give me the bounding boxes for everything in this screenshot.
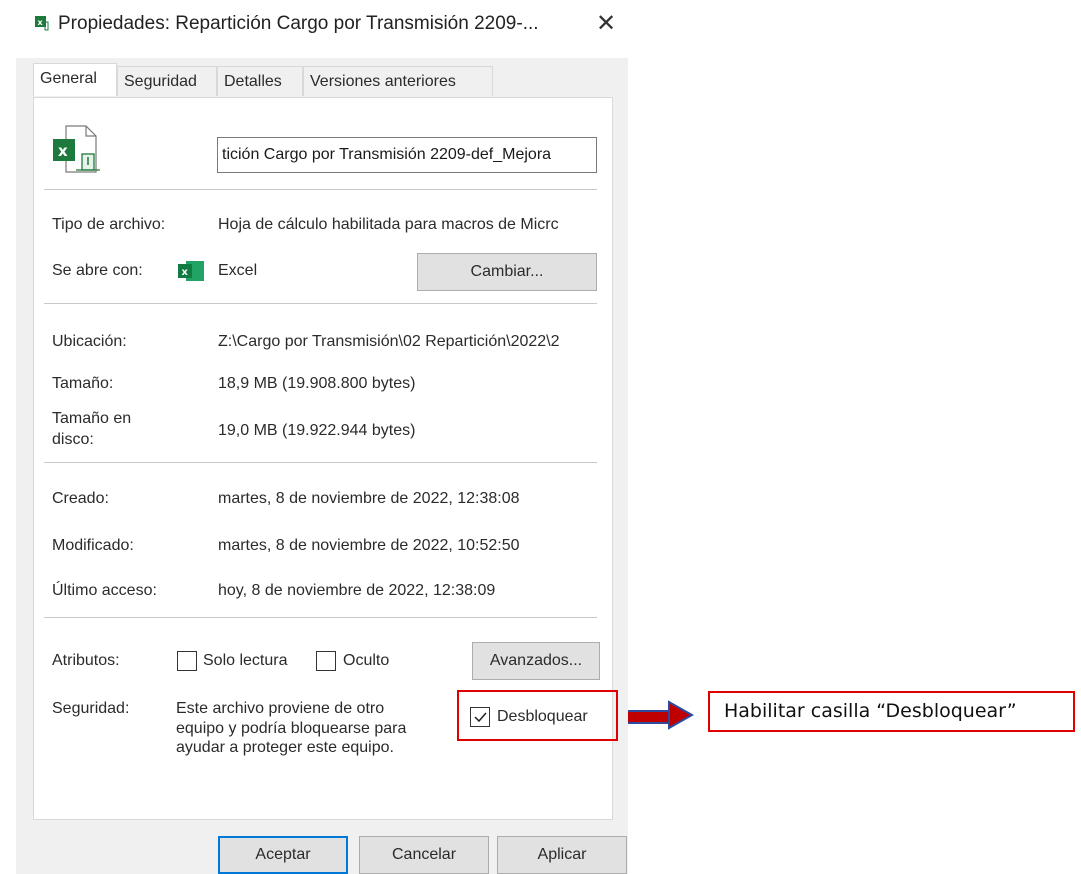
modified-label: Modificado: [52,537,134,554]
file-type-value: Hoja de cálculo habilitada para macros d… [218,216,559,233]
unblock-checkbox[interactable] [470,707,490,727]
readonly-checkbox[interactable] [177,651,197,671]
divider [44,189,597,190]
svg-text:x: x [38,18,44,27]
divider [44,303,597,304]
svg-text:x: x [58,142,68,160]
window-title: Propiedades: Repartición Cargo por Trans… [58,13,539,34]
created-value: martes, 8 de noviembre de 2022, 12:38:08 [218,490,520,507]
tab-general[interactable]: General [33,63,117,96]
disk-size-value: 19,0 MB (19.922.944 bytes) [218,422,416,439]
hidden-label: Oculto [343,652,390,669]
advanced-button[interactable]: Avanzados... [472,642,600,680]
opens-with-app: Excel [218,262,258,279]
security-label: Seguridad: [52,700,130,717]
svg-text:x: x [182,267,189,278]
accessed-value: hoy, 8 de noviembre de 2022, 12:38:09 [218,582,496,599]
hidden-checkbox[interactable] [316,651,336,671]
apply-button[interactable]: Aplicar [497,836,627,874]
file-name-field[interactable]: tición Cargo por Transmisión 2209-def_Me… [217,137,597,173]
close-icon[interactable]: ✕ [592,10,620,38]
excel-file-large-icon: x [52,124,110,176]
checkmark-icon [474,712,487,723]
disk-size-label-line2: disco: [52,431,94,448]
change-button[interactable]: Cambiar... [417,253,597,291]
created-label: Creado: [52,490,109,507]
size-label: Tamaño: [52,375,114,392]
divider [44,462,597,463]
security-text-line3: ayudar a proteger este equipo. [176,739,394,756]
unblock-label: Desbloquear [497,708,588,725]
right-arrow-icon [668,700,695,730]
annotation-callout: Habilitar casilla “Desbloquear” [708,691,1075,732]
arrow-shaft [628,710,670,724]
divider [44,617,597,618]
tab-security[interactable]: Seguridad [117,66,217,96]
size-value: 18,9 MB (19.908.800 bytes) [218,375,416,392]
location-value: Z:\Cargo por Transmisión\02 Repartición\… [218,333,560,350]
file-type-label: Tipo de archivo: [52,216,166,233]
accessed-label: Último acceso: [52,582,157,599]
attributes-label: Atributos: [52,652,120,669]
cancel-button[interactable]: Cancelar [359,836,489,874]
ok-button[interactable]: Aceptar [218,836,348,874]
tab-details[interactable]: Detalles [217,66,303,96]
excel-app-icon: x [178,259,206,283]
modified-value: martes, 8 de noviembre de 2022, 10:52:50 [218,537,520,554]
security-text-line2: equipo y podría bloquearse para [176,720,407,737]
readonly-label: Solo lectura [203,652,288,669]
excel-file-icon: x [34,14,50,32]
security-text-line1: Este archivo proviene de otro [176,700,385,717]
tab-previous-versions[interactable]: Versiones anteriores [303,66,493,96]
location-label: Ubicación: [52,333,127,350]
disk-size-label-line1: Tamaño en [52,410,132,427]
opens-with-label: Se abre con: [52,262,143,279]
